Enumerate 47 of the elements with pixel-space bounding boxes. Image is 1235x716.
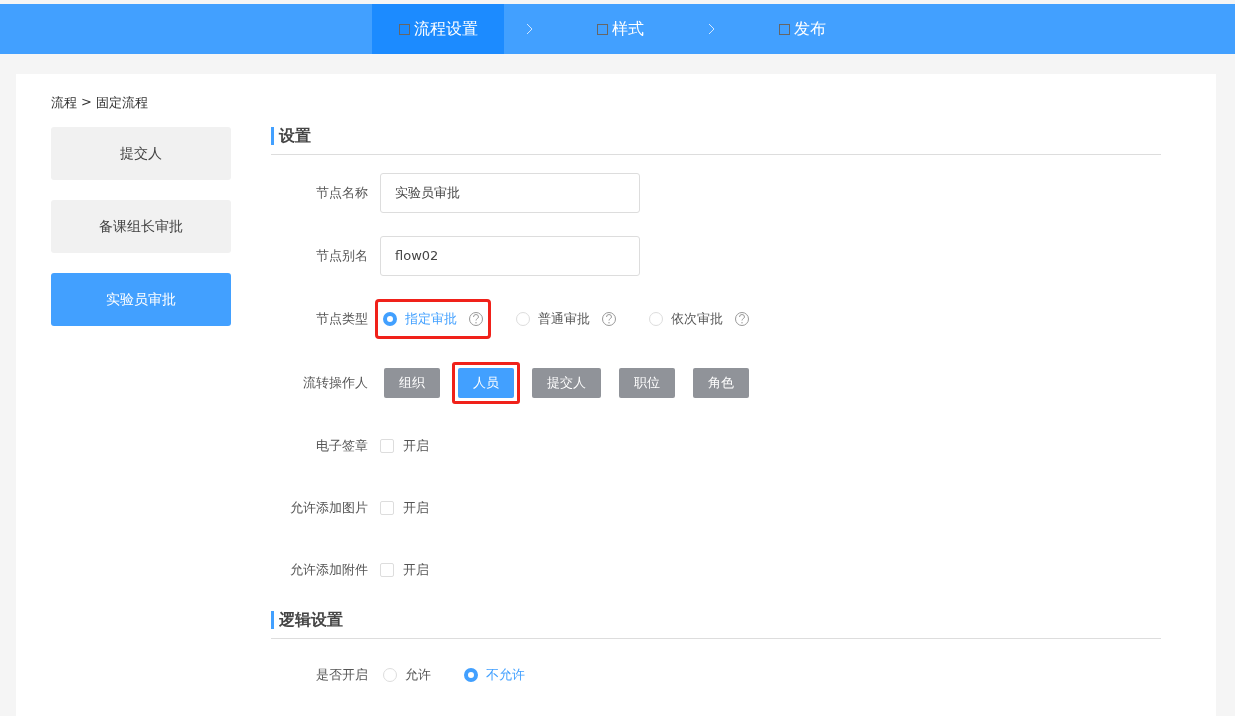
chevron-icon: [707, 23, 715, 35]
checkbox-label: 开启: [403, 561, 429, 579]
square-icon: [778, 23, 790, 35]
step-label: 发布: [793, 18, 826, 40]
option-button[interactable]: 组织: [384, 367, 440, 398]
radio-label: 依次审批: [671, 309, 723, 328]
checkbox[interactable]: [380, 501, 394, 515]
square-icon: [398, 23, 410, 35]
field-label: 允许添加附件: [289, 561, 369, 579]
flow-node[interactable]: 备课组长审批: [51, 200, 231, 253]
step-tab[interactable]: 发布: [736, 4, 868, 54]
radio-label: 指定审批: [405, 309, 457, 328]
option-button[interactable]: 人员: [458, 367, 514, 398]
option-button[interactable]: 提交人: [532, 367, 601, 398]
section-title: 逻辑设置: [271, 611, 1161, 629]
step-label: 样式: [611, 18, 644, 40]
option-button[interactable]: 职位: [619, 367, 675, 398]
field-label: 节点类型: [315, 309, 369, 328]
checkbox-label: 开启: [403, 499, 429, 517]
checkbox[interactable]: [380, 563, 394, 577]
radio-label: 不允许: [486, 666, 525, 684]
field-label: 是否开启: [315, 666, 369, 684]
step-tab[interactable]: 流程设置: [372, 4, 504, 54]
radio-button[interactable]: [464, 668, 478, 682]
field-label: 电子签章: [315, 437, 369, 455]
field-label: 允许添加图片: [289, 499, 369, 517]
flow-node[interactable]: 提交人: [51, 127, 231, 180]
checkbox[interactable]: [380, 439, 394, 453]
input-field[interactable]: 实验员审批: [380, 172, 640, 213]
breadcrumb-item[interactable]: 固定流程: [95, 94, 148, 127]
section-title: 设置: [271, 127, 1161, 145]
step-tab[interactable]: 样式: [554, 4, 686, 54]
radio-button[interactable]: [383, 311, 397, 326]
field-label: 节点名称: [315, 183, 369, 202]
field-label: 节点别名: [315, 246, 369, 265]
checkbox-label: 开启: [403, 437, 429, 455]
chevron-icon: [525, 23, 533, 35]
input-field[interactable]: flow02: [380, 235, 640, 276]
square-icon: [596, 23, 608, 35]
field-label: 流转操作人: [302, 373, 369, 392]
radio-label: 允许: [405, 666, 431, 684]
radio-label: 普通审批: [538, 309, 590, 328]
breadcrumb-separator: >: [81, 94, 92, 111]
breadcrumb-item[interactable]: 流程: [51, 94, 77, 127]
step-label: 流程设置: [413, 18, 478, 40]
option-button[interactable]: 角色: [693, 367, 749, 398]
flow-node[interactable]: 实验员审批: [51, 273, 231, 326]
